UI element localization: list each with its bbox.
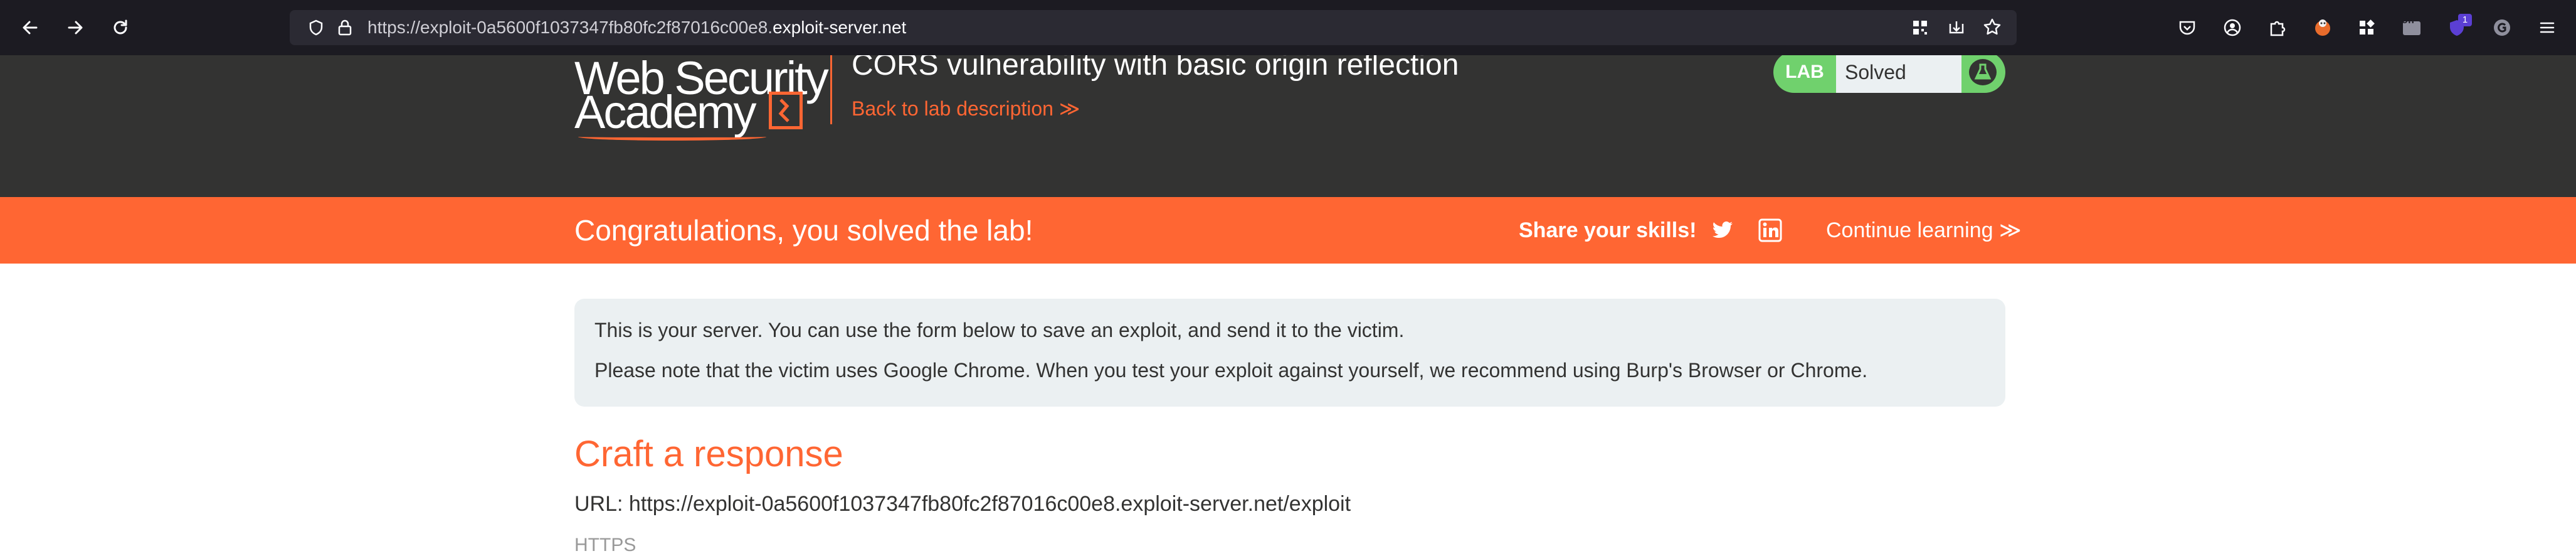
share-skills-label: Share your skills! bbox=[1519, 218, 1697, 242]
info-line-2: Please note that the victim uses Google … bbox=[594, 359, 1868, 382]
logo-mark-icon bbox=[769, 92, 803, 129]
exploit-url-label: URL: https://exploit-0a5600f1037347fb80f… bbox=[574, 492, 1351, 516]
linkedin-icon[interactable] bbox=[1757, 217, 1783, 243]
lab-badge: LAB bbox=[1785, 61, 1824, 82]
flask-icon bbox=[1969, 59, 1997, 85]
congratulations-banner: Congratulations, you solved the lab! Sha… bbox=[0, 197, 2576, 264]
twitter-icon[interactable] bbox=[1709, 217, 1736, 243]
shield-icon[interactable] bbox=[307, 19, 325, 40]
url-prefix: https://exploit-0a5600f1037347fb80fc2f87… bbox=[367, 18, 773, 37]
browser-toolbar: https://exploit-0a5600f1037347fb80fc2f87… bbox=[0, 0, 2576, 55]
craft-response-title: Craft a response bbox=[574, 434, 843, 474]
extension-badge: 1 bbox=[2458, 14, 2472, 26]
continue-learning-link[interactable]: Continue learning ≫ bbox=[1826, 197, 2022, 264]
forward-arrow-icon[interactable] bbox=[61, 14, 89, 41]
congratulations-message: Congratulations, you solved the lab! bbox=[574, 214, 1033, 247]
lock-icon[interactable] bbox=[336, 19, 354, 40]
pocket-icon[interactable] bbox=[2173, 14, 2201, 41]
back-to-lab-description-link[interactable]: Back to lab description ≫ bbox=[852, 97, 1080, 120]
url-text[interactable]: https://exploit-0a5600f1037347fb80fc2f87… bbox=[367, 10, 906, 45]
back-arrow-icon[interactable] bbox=[16, 14, 44, 41]
grid-apps-icon[interactable] bbox=[2353, 14, 2380, 41]
header-divider bbox=[830, 55, 832, 124]
qr-code-icon[interactable] bbox=[1911, 19, 1929, 40]
off-toggle-icon[interactable]: off bbox=[2398, 14, 2426, 41]
logo-line2: Academy bbox=[574, 86, 756, 138]
lab-state: Solved bbox=[1836, 55, 1961, 93]
lab-title: CORS vulnerability with basic origin ref… bbox=[852, 55, 1459, 82]
account-icon[interactable] bbox=[2219, 14, 2246, 41]
shield-extension-icon[interactable]: 1 bbox=[2443, 14, 2472, 41]
grammarly-icon[interactable] bbox=[2488, 14, 2516, 41]
info-line-1: This is your server. You can use the for… bbox=[594, 319, 1405, 341]
lab-header: Web Security Academy CORS vulnerability … bbox=[0, 55, 2576, 197]
reload-icon[interactable] bbox=[107, 14, 134, 41]
address-bar[interactable]: https://exploit-0a5600f1037347fb80fc2f87… bbox=[290, 10, 2017, 45]
off-badge: off bbox=[2402, 15, 2415, 26]
pocket-save-icon[interactable] bbox=[1948, 19, 1965, 40]
bookmark-star-icon[interactable] bbox=[1983, 18, 2002, 40]
https-label: HTTPS bbox=[574, 535, 636, 555]
lab-status-widget: LAB Solved bbox=[1773, 55, 2005, 93]
server-info-box: This is your server. You can use the for… bbox=[574, 299, 2005, 407]
fox-extension-icon[interactable] bbox=[2309, 14, 2336, 41]
url-host: exploit-server.net bbox=[773, 18, 907, 37]
extensions-puzzle-icon[interactable] bbox=[2264, 14, 2291, 41]
hamburger-menu-icon[interactable] bbox=[2533, 14, 2561, 41]
logo-swoosh bbox=[578, 133, 766, 141]
